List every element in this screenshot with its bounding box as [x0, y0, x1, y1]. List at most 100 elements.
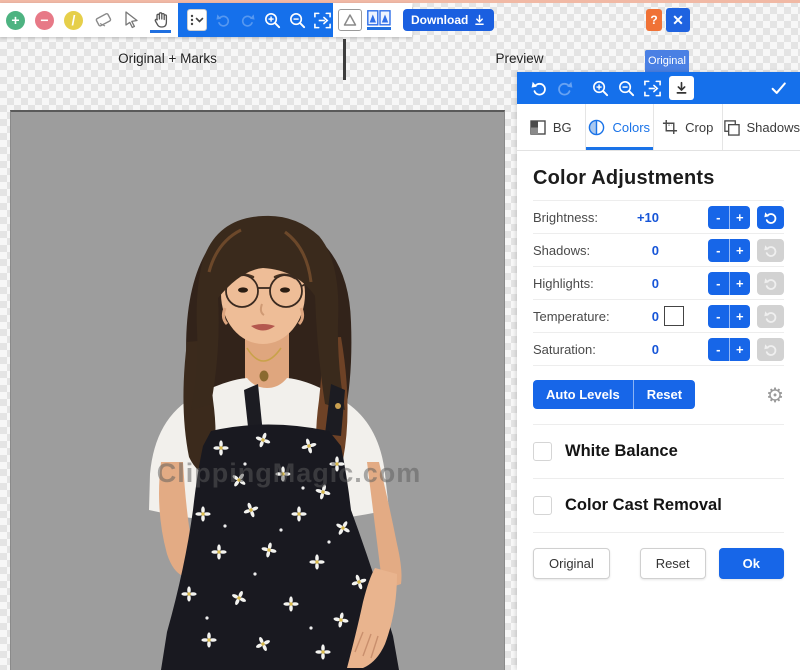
- undo-icon: [763, 309, 778, 324]
- row-value: 0: [633, 243, 659, 258]
- panel-footer: Original Reset Ok: [533, 532, 784, 579]
- download-icon: [674, 80, 689, 96]
- remove-background-tool[interactable]: −: [34, 7, 55, 33]
- history-icons-disabled: [213, 11, 257, 30]
- plus-button[interactable]: +: [729, 239, 751, 262]
- brightness-reset-button[interactable]: [757, 206, 784, 229]
- panel-content: Color Adjustments Brightness: +10 - +: [517, 151, 800, 670]
- saturation-reset-button[interactable]: [757, 338, 784, 361]
- gear-icon[interactable]: ⚙: [766, 385, 784, 405]
- color-cast-checkbox[interactable]: [533, 496, 552, 515]
- cursor-icon: [122, 10, 142, 30]
- minus-button[interactable]: -: [708, 338, 729, 361]
- panel-tabs: BG Colors Crop: [517, 104, 800, 151]
- colors-circle-icon: [588, 119, 605, 136]
- preview-toolbar: [517, 72, 800, 104]
- clipping-magic-editor: + − /: [0, 0, 800, 670]
- bg-grid-icon: [530, 120, 546, 135]
- shadows-layers-icon: [723, 119, 740, 136]
- portrait-photo: ClippingMagic.com: [11, 112, 504, 670]
- minus-button[interactable]: -: [708, 206, 729, 229]
- undo-icon: [763, 243, 778, 258]
- reset-button[interactable]: Reset: [640, 548, 706, 579]
- hair-tool[interactable]: /: [63, 7, 84, 33]
- highlights-reset-button[interactable]: [757, 272, 784, 295]
- temperature-swatch[interactable]: [664, 306, 684, 326]
- red-minus-icon: −: [35, 11, 54, 30]
- panel-title: Color Adjustments: [533, 167, 784, 190]
- select-tool[interactable]: [121, 7, 142, 33]
- ok-button[interactable]: Ok: [719, 548, 784, 579]
- fit-screen-button[interactable]: [313, 11, 332, 30]
- crop-icon: [662, 119, 678, 135]
- hand-icon: [151, 10, 171, 30]
- minus-button[interactable]: -: [708, 239, 729, 262]
- close-button[interactable]: ✕: [666, 8, 690, 32]
- active-underline: [367, 27, 391, 30]
- row-label: Temperature:: [533, 309, 633, 324]
- white-balance-row: White Balance: [533, 424, 784, 478]
- tab-colors[interactable]: Colors: [585, 104, 654, 150]
- undo-icon: [763, 210, 778, 225]
- tab-label: Crop: [685, 120, 713, 135]
- undo-icon: [763, 342, 778, 357]
- help-button[interactable]: ?: [646, 9, 662, 31]
- confirm-check-button[interactable]: [769, 79, 788, 98]
- adjustments-panel: BG Colors Crop: [517, 72, 800, 670]
- levels-reset-button[interactable]: Reset: [633, 380, 695, 409]
- eraser-tool[interactable]: [92, 7, 113, 33]
- temperature-stepper: - +: [708, 305, 750, 328]
- saturation-stepper: - +: [708, 338, 750, 361]
- shadows-reset-button[interactable]: [757, 239, 784, 262]
- download-button[interactable]: Download: [403, 9, 494, 31]
- marks-menu-dropdown[interactable]: [187, 9, 207, 31]
- left-view-label: Original + Marks: [60, 51, 275, 66]
- download-result-button[interactable]: [669, 76, 694, 100]
- zoom-in-button[interactable]: [591, 79, 610, 98]
- row-label: Shadows:: [533, 243, 633, 258]
- main-toolbar: + − /: [0, 3, 412, 37]
- view-divider: [343, 39, 346, 80]
- image-canvas[interactable]: ClippingMagic.com: [10, 110, 505, 670]
- fit-screen-button[interactable]: [643, 79, 662, 98]
- plus-button[interactable]: +: [729, 338, 751, 361]
- zoom-out-button[interactable]: [617, 79, 636, 98]
- add-foreground-tool[interactable]: +: [5, 7, 26, 33]
- tab-label: Shadows: [747, 120, 800, 135]
- original-button[interactable]: Original: [533, 548, 610, 579]
- row-shadows: Shadows: 0 - +: [533, 234, 784, 267]
- compare-controls: Download: [338, 9, 494, 31]
- row-value: 0: [633, 276, 659, 291]
- plus-button[interactable]: +: [729, 206, 751, 229]
- row-label: Brightness:: [533, 210, 633, 225]
- redo-button[interactable]: [555, 79, 574, 98]
- row-value: +10: [633, 210, 659, 225]
- temperature-reset-button[interactable]: [757, 305, 784, 328]
- undo-button[interactable]: [529, 79, 548, 98]
- row-value: 0: [633, 309, 659, 324]
- redo-icon: [238, 11, 257, 30]
- tab-crop[interactable]: Crop: [653, 104, 722, 150]
- download-label: Download: [411, 13, 468, 27]
- row-value: 0: [633, 342, 659, 357]
- row-saturation: Saturation: 0 - +: [533, 333, 784, 366]
- tab-bg[interactable]: BG: [517, 104, 585, 150]
- split-view-toggle[interactable]: [367, 10, 391, 30]
- minus-button[interactable]: -: [708, 272, 729, 295]
- yellow-slash-icon: /: [64, 11, 83, 30]
- plus-button[interactable]: +: [729, 305, 751, 328]
- auto-levels-button[interactable]: Auto Levels: [533, 380, 633, 409]
- zoom-out-button[interactable]: [288, 11, 307, 30]
- pan-tool[interactable]: [150, 7, 171, 33]
- zoom-in-button[interactable]: [263, 11, 282, 30]
- plus-button[interactable]: +: [729, 272, 751, 295]
- preview-mode-tab[interactable]: Original: [645, 50, 689, 72]
- show-original-toggle[interactable]: [338, 9, 362, 31]
- tab-label: BG: [553, 120, 572, 135]
- undo-icon: [763, 276, 778, 291]
- white-balance-checkbox[interactable]: [533, 442, 552, 461]
- highlights-stepper: - +: [708, 272, 750, 295]
- tab-shadows[interactable]: Shadows: [722, 104, 800, 150]
- mark-tools: + − /: [0, 7, 176, 33]
- minus-button[interactable]: -: [708, 305, 729, 328]
